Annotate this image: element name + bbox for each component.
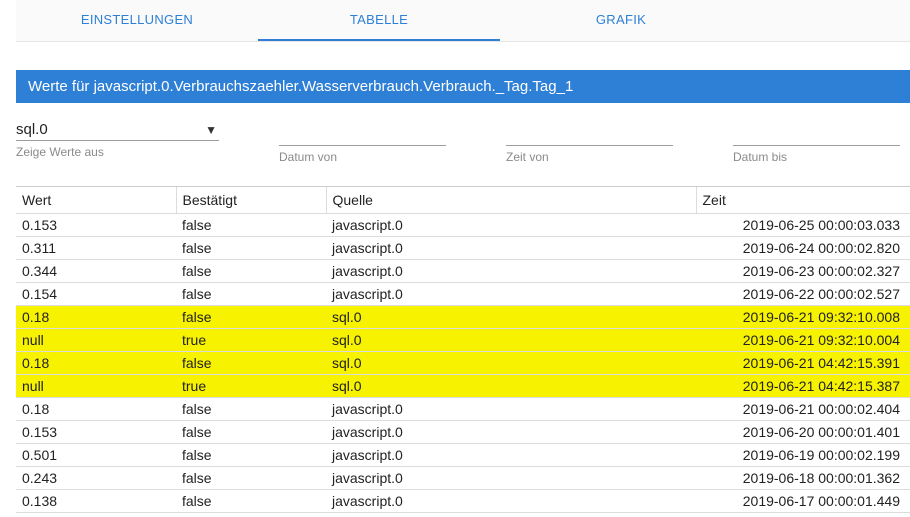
time-from-input[interactable] [506, 121, 673, 146]
cell-zeit: 2019-06-19 00:00:02.199 [696, 444, 910, 467]
cell-quelle: sql.0 [326, 352, 696, 375]
date-to-input[interactable] [733, 121, 900, 146]
tab-einstellungen[interactable]: EINSTELLUNGEN [16, 0, 258, 41]
cell-zeit: 2019-06-21 09:32:10.008 [696, 306, 910, 329]
cell-zeit: 2019-06-18 00:00:01.362 [696, 467, 910, 490]
table-row[interactable]: 0.153falsejavascript.02019-06-25 00:00:0… [16, 214, 910, 237]
cell-wert: null [16, 329, 176, 352]
cell-wert: 0.154 [16, 283, 176, 306]
cell-quelle: sql.0 [326, 306, 696, 329]
cell-wert: 0.18 [16, 398, 176, 421]
table-row[interactable]: nulltruesql.02019-06-21 04:42:15.387 [16, 375, 910, 398]
cell-quelle: javascript.0 [326, 260, 696, 283]
table-row[interactable]: 0.18falsesql.02019-06-21 09:32:10.008 [16, 306, 910, 329]
time-from-field[interactable]: Zeit von [506, 121, 673, 164]
source-select-value: sql.0 [16, 121, 48, 138]
cell-wert: 0.243 [16, 467, 176, 490]
cell-zeit: 2019-06-23 00:00:02.327 [696, 260, 910, 283]
col-header-quelle[interactable]: Quelle [326, 187, 696, 214]
table-row[interactable]: 0.311falsejavascript.02019-06-24 00:00:0… [16, 237, 910, 260]
col-header-bestaetigt[interactable]: Bestätigt [176, 187, 326, 214]
source-select[interactable]: sql.0 ▼ Zeige Werte aus [16, 121, 219, 164]
cell-zeit: 2019-06-21 04:42:15.391 [696, 352, 910, 375]
date-from-label: Datum von [279, 150, 446, 164]
cell-quelle: sql.0 [326, 329, 696, 352]
col-header-wert[interactable]: Wert [16, 187, 176, 214]
cell-zeit: 2019-06-21 09:32:10.004 [696, 329, 910, 352]
table-row[interactable]: 0.153falsejavascript.02019-06-20 00:00:0… [16, 421, 910, 444]
cell-quelle: sql.0 [326, 375, 696, 398]
table-row[interactable]: nulltruesql.02019-06-21 09:32:10.004 [16, 329, 910, 352]
cell-zeit: 2019-06-24 00:00:02.820 [696, 237, 910, 260]
table-row[interactable]: 0.501falsejavascript.02019-06-19 00:00:0… [16, 444, 910, 467]
date-from-input[interactable] [279, 121, 446, 146]
tab-tabelle[interactable]: TABELLE [258, 0, 500, 41]
cell-bestaetigt: false [176, 237, 326, 260]
source-select-label: Zeige Werte aus [16, 145, 219, 159]
cell-wert: null [16, 375, 176, 398]
cell-wert: 0.501 [16, 444, 176, 467]
table-row[interactable]: 0.154falsejavascript.02019-06-22 00:00:0… [16, 283, 910, 306]
chevron-down-icon: ▼ [205, 123, 217, 137]
date-from-field[interactable]: Datum von [279, 121, 446, 164]
cell-zeit: 2019-06-22 00:00:02.527 [696, 283, 910, 306]
cell-quelle: javascript.0 [326, 490, 696, 513]
col-header-zeit[interactable]: Zeit [696, 187, 910, 214]
table-row[interactable]: 0.18falsesql.02019-06-21 04:42:15.391 [16, 352, 910, 375]
cell-bestaetigt: false [176, 306, 326, 329]
time-from-label: Zeit von [506, 150, 673, 164]
cell-bestaetigt: false [176, 283, 326, 306]
cell-quelle: javascript.0 [326, 237, 696, 260]
filter-row: sql.0 ▼ Zeige Werte aus Datum von Zeit v… [16, 121, 910, 164]
cell-quelle: javascript.0 [326, 467, 696, 490]
cell-quelle: javascript.0 [326, 398, 696, 421]
cell-wert: 0.153 [16, 421, 176, 444]
cell-wert: 0.18 [16, 306, 176, 329]
table-row[interactable]: 0.344falsejavascript.02019-06-23 00:00:0… [16, 260, 910, 283]
tab-grafik[interactable]: GRAFIK [500, 0, 742, 41]
cell-bestaetigt: false [176, 444, 326, 467]
cell-zeit: 2019-06-20 00:00:01.401 [696, 421, 910, 444]
cell-wert: 0.344 [16, 260, 176, 283]
cell-wert: 0.153 [16, 214, 176, 237]
cell-zeit: 2019-06-21 00:00:02.404 [696, 398, 910, 421]
table-row[interactable]: 0.243falsejavascript.02019-06-18 00:00:0… [16, 467, 910, 490]
date-to-field[interactable]: Datum bis [733, 121, 900, 164]
page-title: Werte für javascript.0.Verbrauchszaehler… [16, 70, 910, 103]
table-header-row: Wert Bestätigt Quelle Zeit [16, 187, 910, 214]
cell-zeit: 2019-06-25 00:00:03.033 [696, 214, 910, 237]
table-row[interactable]: 0.18falsejavascript.02019-06-21 00:00:02… [16, 398, 910, 421]
date-to-label: Datum bis [733, 150, 900, 164]
cell-zeit: 2019-06-21 04:42:15.387 [696, 375, 910, 398]
cell-quelle: javascript.0 [326, 444, 696, 467]
data-table: Wert Bestätigt Quelle Zeit 0.153falsejav… [16, 186, 910, 513]
cell-wert: 0.138 [16, 490, 176, 513]
cell-quelle: javascript.0 [326, 421, 696, 444]
cell-bestaetigt: false [176, 421, 326, 444]
cell-bestaetigt: true [176, 375, 326, 398]
cell-bestaetigt: false [176, 260, 326, 283]
cell-bestaetigt: false [176, 467, 326, 490]
cell-quelle: javascript.0 [326, 214, 696, 237]
tab-bar: EINSTELLUNGEN TABELLE GRAFIK [16, 0, 910, 42]
cell-quelle: javascript.0 [326, 283, 696, 306]
cell-zeit: 2019-06-17 00:00:01.449 [696, 490, 910, 513]
cell-wert: 0.18 [16, 352, 176, 375]
cell-bestaetigt: false [176, 398, 326, 421]
cell-bestaetigt: false [176, 490, 326, 513]
cell-bestaetigt: false [176, 352, 326, 375]
cell-wert: 0.311 [16, 237, 176, 260]
table-row[interactable]: 0.138falsejavascript.02019-06-17 00:00:0… [16, 490, 910, 513]
cell-bestaetigt: true [176, 329, 326, 352]
cell-bestaetigt: false [176, 214, 326, 237]
